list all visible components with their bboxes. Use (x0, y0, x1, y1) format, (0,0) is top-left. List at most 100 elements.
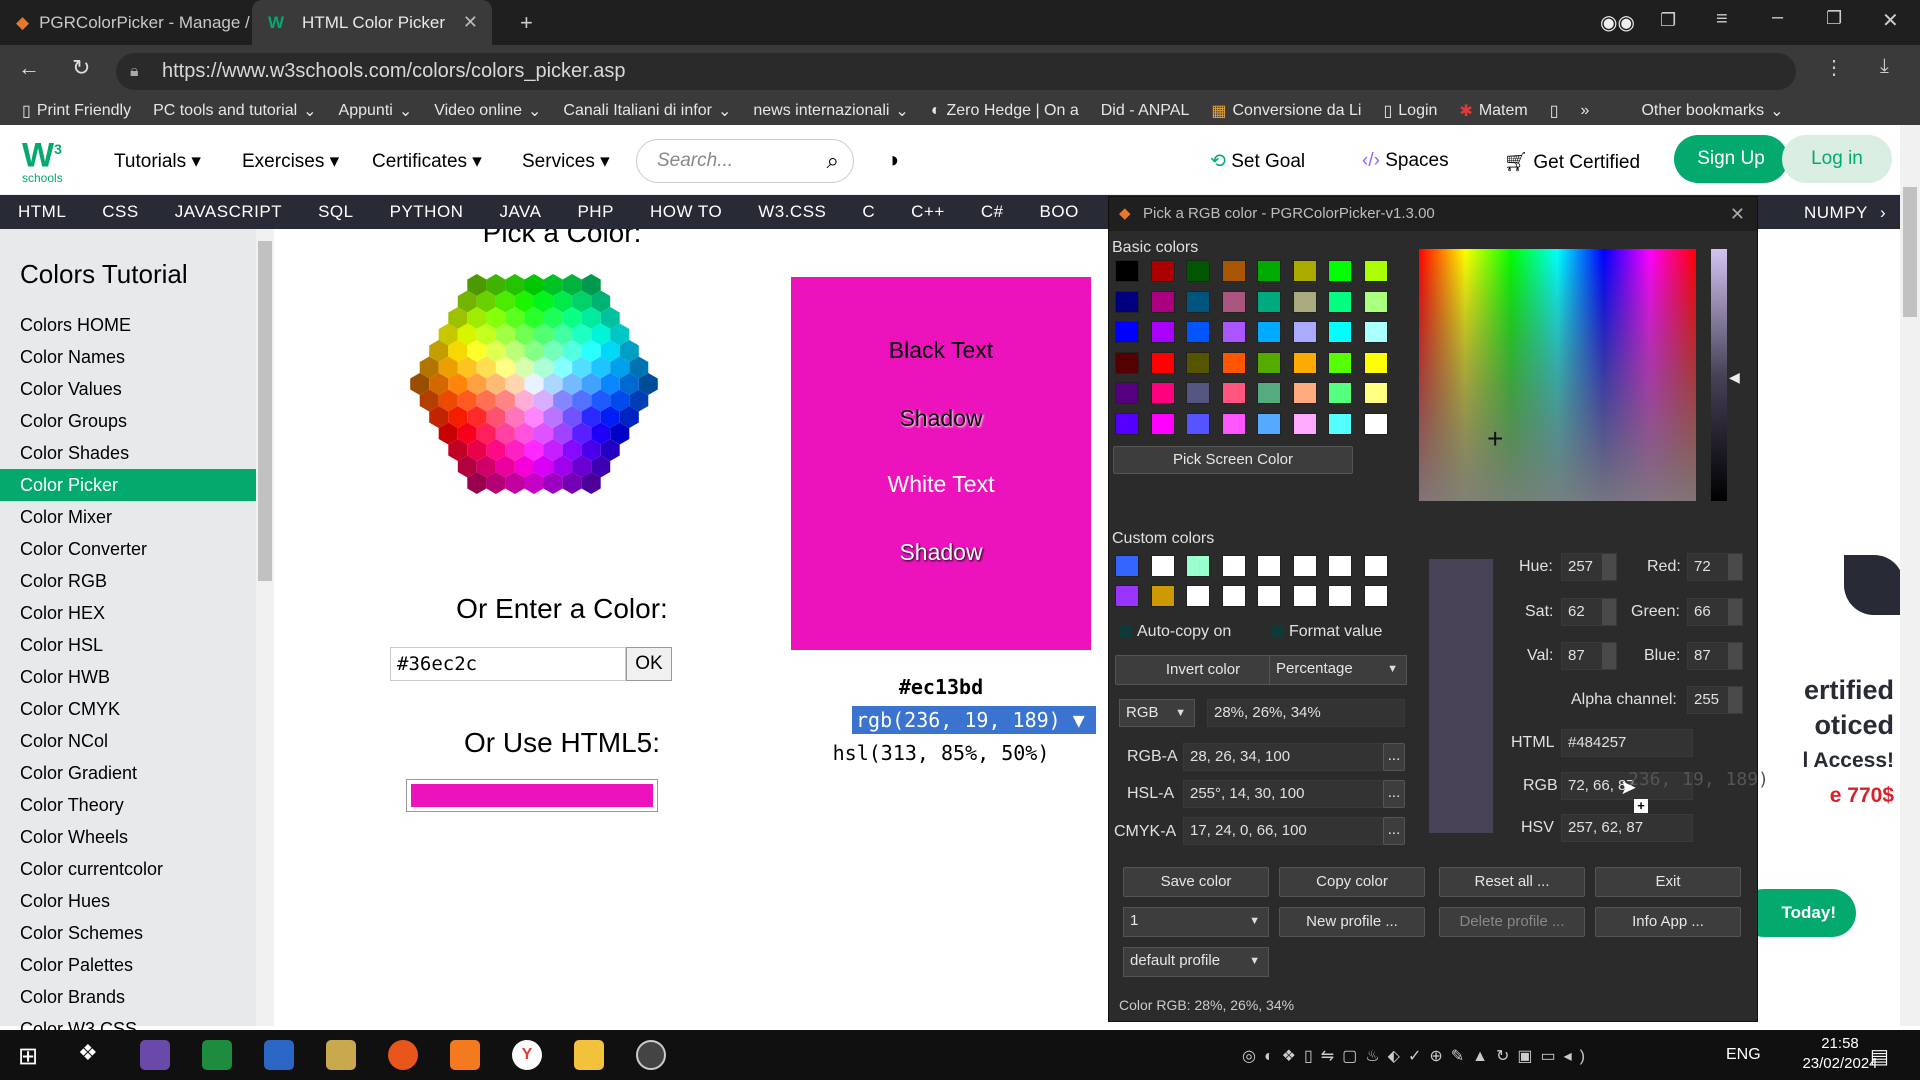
color-swatch[interactable] (1292, 321, 1317, 343)
windows-start-icon[interactable]: ⊞ (18, 1042, 38, 1071)
auto-copy-checkbox[interactable] (1119, 625, 1131, 637)
sidebar-item[interactable]: Color Mixer (0, 501, 256, 533)
bookmark-item[interactable]: ◐ Zero Hedge | On a (920, 102, 1090, 120)
profile-number-select[interactable]: 1 ▼ (1123, 907, 1269, 937)
color-swatch[interactable] (1257, 382, 1281, 404)
model-value-field[interactable]: 28%, 26%, 34% (1207, 699, 1405, 727)
value-slider[interactable] (1711, 249, 1727, 501)
color-swatch[interactable] (1221, 585, 1246, 607)
format-select[interactable]: Percentage ▼ (1269, 655, 1407, 685)
color-swatch[interactable] (1363, 321, 1388, 343)
lang-link[interactable]: HOW TO (632, 202, 740, 222)
dialog-titlebar[interactable]: ◆ Pick a RGB color - PGRColorPicker-v1.3… (1109, 197, 1757, 231)
cmyka-field[interactable]: 17, 24, 0, 66, 100 (1183, 817, 1393, 845)
sidebar-item[interactable]: Color NCol (0, 725, 256, 757)
color-swatch[interactable] (1221, 260, 1246, 282)
spreadsheet-icon[interactable] (202, 1040, 232, 1070)
sidebar-item[interactable]: Color Schemes (0, 917, 256, 949)
bookmark-folder[interactable]: Canali Italiani di infor ⌄ (552, 101, 742, 121)
color-swatch[interactable] (1363, 351, 1388, 374)
color-swatch[interactable] (1150, 382, 1175, 404)
lang-link[interactable]: PYTHON (372, 202, 482, 222)
minimize-icon[interactable]: – (1772, 6, 1783, 29)
sidebar-scrollbar[interactable] (256, 229, 274, 1026)
close-tab-icon[interactable]: ✕ (463, 12, 478, 33)
color-swatch[interactable] (1257, 351, 1281, 374)
lang-link[interactable]: HTML (0, 202, 84, 222)
color-swatch[interactable] (1292, 412, 1317, 435)
bookmark-folder[interactable]: Video online ⌄ (423, 101, 552, 121)
sublime-icon[interactable] (450, 1040, 480, 1070)
color-swatch[interactable] (1150, 412, 1175, 435)
ok-button[interactable]: OK (626, 647, 672, 681)
bookmark-folder[interactable]: news internazionali ⌄ (742, 101, 919, 121)
back-icon[interactable]: ← (18, 55, 40, 81)
document-icon[interactable] (264, 1040, 294, 1070)
get-certified-link[interactable]: 🛒︎ Get Certified (1504, 150, 1640, 174)
invert-color-button[interactable]: Invert color (1115, 655, 1291, 685)
new-profile-button[interactable]: New profile ... (1279, 907, 1425, 937)
page-scrollbar[interactable] (1900, 125, 1920, 1026)
color-swatch[interactable] (1115, 321, 1139, 343)
bookmark-folder[interactable]: Appunti ⌄ (328, 101, 424, 121)
lang-link[interactable]: SQL (300, 202, 372, 222)
red-spinbox[interactable]: 72 (1687, 553, 1743, 581)
color-swatch[interactable] (1363, 555, 1388, 577)
color-swatch[interactable] (1328, 555, 1352, 577)
dialog-close-icon[interactable]: ✕ (1730, 197, 1745, 231)
sidebar-item[interactable]: Color Converter (0, 533, 256, 565)
sidebar-item[interactable]: Color RGB (0, 565, 256, 597)
sidebar-item[interactable]: Color Names (0, 341, 256, 373)
color-swatch[interactable] (1115, 260, 1139, 282)
html-field[interactable]: #484257 (1561, 729, 1693, 757)
color-swatch[interactable] (1292, 585, 1317, 607)
color-swatch[interactable] (1292, 260, 1317, 282)
nav-certificates[interactable]: Certificates ▾ (372, 150, 482, 173)
spaces-link[interactable]: ‹/› Spaces (1362, 150, 1449, 172)
sat-spinbox[interactable]: 62 (1561, 598, 1617, 626)
lang-link[interactable]: C (844, 202, 893, 222)
w3schools-logo[interactable]: W3 schools (22, 133, 74, 185)
reset-all-button[interactable]: Reset all ... (1439, 867, 1585, 897)
tab-html-color-picker[interactable]: W HTML Color Picker ✕ (252, 0, 492, 45)
system-tray-icons[interactable]: ◎◐❖▯⇋▢♨⬖✓⊕✎▲↻▣▭◂) (1242, 1046, 1593, 1066)
lang-link[interactable]: JAVA (481, 202, 559, 222)
search-icon[interactable]: ⌕ (827, 140, 839, 182)
color-swatch[interactable] (1257, 260, 1281, 282)
collections-icon[interactable]: ❐ (1660, 10, 1676, 31)
chevron-right-icon[interactable]: › (1862, 203, 1904, 223)
sidebar-item[interactable]: Color Hues (0, 885, 256, 917)
color-swatch[interactable] (1221, 412, 1246, 435)
color-swatch[interactable] (1292, 555, 1317, 577)
green-spinbox[interactable]: 66 (1687, 598, 1743, 626)
color-swatch[interactable] (1257, 321, 1281, 343)
color-swatch[interactable] (1115, 585, 1139, 607)
sidebar-item[interactable]: Color Palettes (0, 949, 256, 981)
color-swatch[interactable] (1186, 382, 1210, 404)
colorpicker-taskbar-icon[interactable] (636, 1040, 666, 1070)
color-swatch[interactable] (1115, 412, 1139, 435)
color-swatch[interactable] (1363, 585, 1388, 607)
color-swatch[interactable] (1221, 382, 1246, 404)
lang-link[interactable]: W3.CSS (740, 202, 844, 222)
color-swatch[interactable] (1257, 585, 1281, 607)
html5-color-input[interactable] (406, 779, 658, 812)
color-swatch[interactable] (1150, 260, 1175, 282)
color-swatch[interactable] (1186, 412, 1210, 435)
color-swatch[interactable] (1292, 351, 1317, 374)
sidebar-item[interactable]: Color Groups (0, 405, 256, 437)
color-spectrum[interactable]: + (1419, 249, 1696, 501)
file-explorer-icon[interactable] (574, 1040, 604, 1070)
color-swatch[interactable] (1150, 290, 1175, 313)
color-hexagon-map[interactable] (384, 271, 684, 531)
rgba-field[interactable]: 28, 26, 34, 100 (1183, 743, 1393, 771)
bookmark-item[interactable]: ▯ Login (1372, 101, 1448, 121)
language-indicator[interactable]: ENG (1726, 1046, 1761, 1064)
color-swatch[interactable] (1115, 351, 1139, 374)
download-icon[interactable]: ⤓ (1880, 55, 1889, 78)
bookmark-item[interactable]: ✱ Matem (1448, 101, 1538, 121)
hue-spinbox[interactable]: 257 (1561, 553, 1617, 581)
color-swatch[interactable] (1257, 555, 1281, 577)
sidebar-item[interactable]: Color HWB (0, 661, 256, 693)
bookmark-item[interactable]: Did - ANPAL (1090, 102, 1201, 120)
